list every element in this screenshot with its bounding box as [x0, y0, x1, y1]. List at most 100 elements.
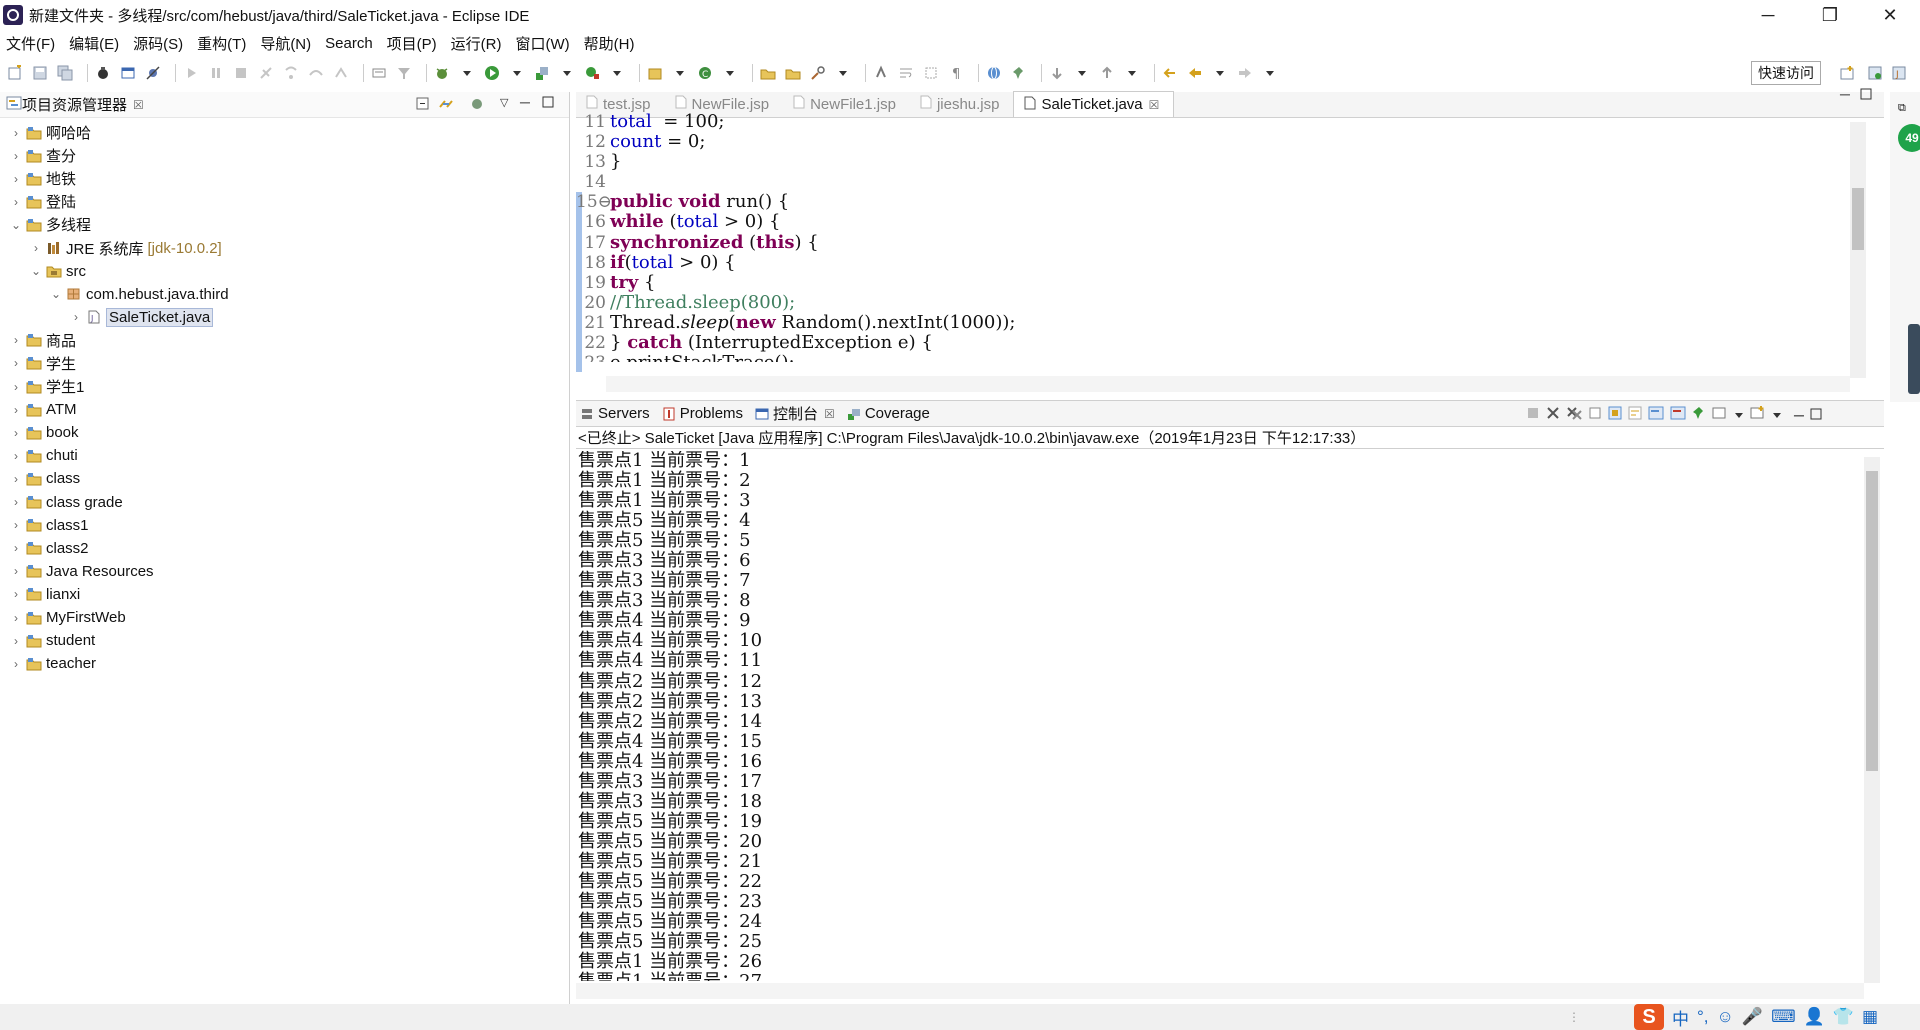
chevron-right-icon[interactable]: › [8, 449, 24, 463]
chevron-right-icon[interactable]: › [8, 472, 24, 486]
tree-item[interactable]: › 登陆 [0, 190, 569, 213]
console-view-tab[interactable]: 控制台 ☒ [755, 403, 835, 424]
minimize-console-icon[interactable]: ─ [1794, 407, 1804, 423]
dropdown-arrow-icon[interactable] [1772, 407, 1782, 424]
view-filter-icon[interactable] [470, 97, 484, 115]
chevron-right-icon[interactable]: › [8, 541, 24, 555]
menu-item[interactable]: 编辑(E) [69, 33, 119, 54]
tree-item[interactable]: › book [0, 421, 569, 444]
chevron-right-icon[interactable]: › [8, 564, 24, 578]
sogou-logo-icon[interactable]: S [1634, 1004, 1664, 1030]
clear-console-icon[interactable] [1588, 406, 1602, 424]
quick-access-field[interactable]: 快速访问 [1751, 61, 1821, 85]
tree-item[interactable]: › class grade [0, 491, 569, 514]
tree-item[interactable]: › JRE 系统库 [jdk-10.0.2] [0, 236, 569, 259]
toggle-word-wrap-icon[interactable] [897, 64, 915, 82]
code-text-area[interactable]: 11 total = 100; 12 count = 0; 13} 14 15⊖ public… [576, 112, 1866, 362]
dropdown-arrow-icon[interactable] [1261, 64, 1279, 82]
chevron-right-icon[interactable]: › [8, 333, 24, 347]
last-edit-location-icon[interactable] [1161, 64, 1179, 82]
dropdown-arrow-icon[interactable] [671, 64, 689, 82]
disconnect-icon[interactable] [257, 64, 275, 82]
dropdown-arrow-icon[interactable] [458, 64, 476, 82]
editor-horizontal-scrollbar[interactable] [606, 376, 1850, 392]
console-horizontal-scrollbar[interactable] [576, 983, 1864, 999]
tree-item[interactable]: › class1 [0, 514, 569, 537]
drop-to-frame-icon[interactable] [370, 64, 388, 82]
menu-item[interactable]: 帮助(H) [584, 33, 635, 54]
tree-item[interactable]: › teacher [0, 652, 569, 675]
chevron-right-icon[interactable]: › [8, 172, 24, 186]
minimize-editor-icon[interactable]: ─ [1840, 86, 1850, 102]
close-tab-icon[interactable]: ☒ [824, 407, 835, 421]
dropdown-arrow-icon[interactable] [558, 64, 576, 82]
maximize-editor-icon[interactable] [1860, 87, 1872, 104]
restore-view-icon[interactable]: ⧉ [1898, 102, 1906, 115]
dropdown-arrow-icon[interactable] [1123, 64, 1141, 82]
menu-item[interactable]: 运行(R) [451, 33, 502, 54]
step-over-icon[interactable] [307, 64, 325, 82]
step-return-icon[interactable] [332, 64, 350, 82]
tree-item[interactable]: › 地铁 [0, 167, 569, 190]
maximize-console-icon[interactable] [1810, 407, 1822, 424]
collapse-all-icon[interactable] [416, 97, 430, 115]
show-whitespace-icon[interactable]: ¶ [947, 64, 965, 82]
chevron-right-icon[interactable]: › [28, 241, 44, 255]
dropdown-arrow-icon[interactable] [1211, 64, 1229, 82]
chevron-right-icon[interactable]: › [8, 126, 24, 140]
tree-item[interactable]: › 学生1 [0, 375, 569, 398]
chevron-right-icon[interactable]: › [8, 587, 24, 601]
tree-item[interactable]: ⌄ 多线程 [0, 213, 569, 236]
chevron-down-icon[interactable]: ⌄ [48, 287, 64, 301]
console-view-tab[interactable]: Coverage [847, 405, 930, 422]
chevron-right-icon[interactable]: › [8, 518, 24, 532]
maximize-view-icon[interactable] [542, 95, 554, 112]
pin-console-icon[interactable] [1692, 406, 1706, 424]
resume-icon[interactable] [182, 64, 200, 82]
java-perspective-icon[interactable]: J [1890, 64, 1908, 82]
editor-vertical-scrollbar[interactable] [1850, 122, 1866, 378]
run-icon[interactable] [483, 64, 501, 82]
dropdown-arrow-icon[interactable] [834, 64, 852, 82]
menu-item[interactable]: 项目(P) [387, 33, 437, 54]
step-into-icon[interactable] [282, 64, 300, 82]
coverage-icon[interactable] [533, 64, 551, 82]
tree-item[interactable]: ⌄ com.hebust.java.third [0, 283, 569, 306]
show-on-stdout-icon[interactable] [1648, 406, 1664, 424]
tree-item[interactable]: › chuti [0, 444, 569, 467]
open-perspective-icon[interactable] [1838, 64, 1856, 82]
ime-emoji-icon[interactable]: ☺ [1717, 1007, 1734, 1027]
next-annotation-icon[interactable] [1048, 64, 1066, 82]
tree-item[interactable]: › class [0, 467, 569, 490]
previous-annotation-icon[interactable] [1098, 64, 1116, 82]
tree-item[interactable]: › 啊哈哈 [0, 121, 569, 144]
globe-icon[interactable] [985, 64, 1003, 82]
progress-badge[interactable]: 49 [1898, 124, 1920, 152]
save-all-icon[interactable] [56, 64, 74, 82]
remove-all-terminated-icon[interactable] [1566, 406, 1582, 424]
console-view-icon[interactable] [119, 64, 137, 82]
tree-item[interactable]: › MyFirstWeb [0, 606, 569, 629]
display-console-icon[interactable] [1712, 406, 1728, 424]
forward-icon[interactable] [1236, 64, 1254, 82]
menu-item[interactable]: 源码(S) [133, 33, 183, 54]
external-tools-icon[interactable] [583, 64, 601, 82]
back-icon[interactable] [1186, 64, 1204, 82]
chevron-right-icon[interactable]: › [8, 380, 24, 394]
close-tab-icon[interactable]: ☒ [1149, 98, 1160, 112]
chevron-right-icon[interactable]: › [8, 149, 24, 163]
chevron-down-icon[interactable]: ⌄ [8, 218, 24, 232]
open-console-icon[interactable] [1750, 406, 1766, 424]
chevron-down-icon[interactable]: ⌄ [28, 264, 44, 278]
chevron-right-icon[interactable]: › [8, 195, 24, 209]
dropdown-arrow-icon[interactable] [1073, 64, 1091, 82]
ime-lang-toggle[interactable]: 中 [1672, 1005, 1689, 1030]
ime-mic-icon[interactable]: 🎤 [1742, 1007, 1763, 1027]
chevron-right-icon[interactable]: › [68, 310, 84, 324]
terminate-console-icon[interactable] [1526, 406, 1540, 424]
close-button[interactable]: ✕ [1860, 0, 1920, 30]
menu-item[interactable]: 窗口(W) [516, 33, 570, 54]
console-output[interactable]: 售票点1 当前票号：1 售票点1 当前票号：2 售票点1 当前票号：3 售票点5 当前… [578, 451, 1858, 981]
chevron-right-icon[interactable]: › [8, 403, 24, 417]
tree-item[interactable]: › Java Resources [0, 560, 569, 583]
